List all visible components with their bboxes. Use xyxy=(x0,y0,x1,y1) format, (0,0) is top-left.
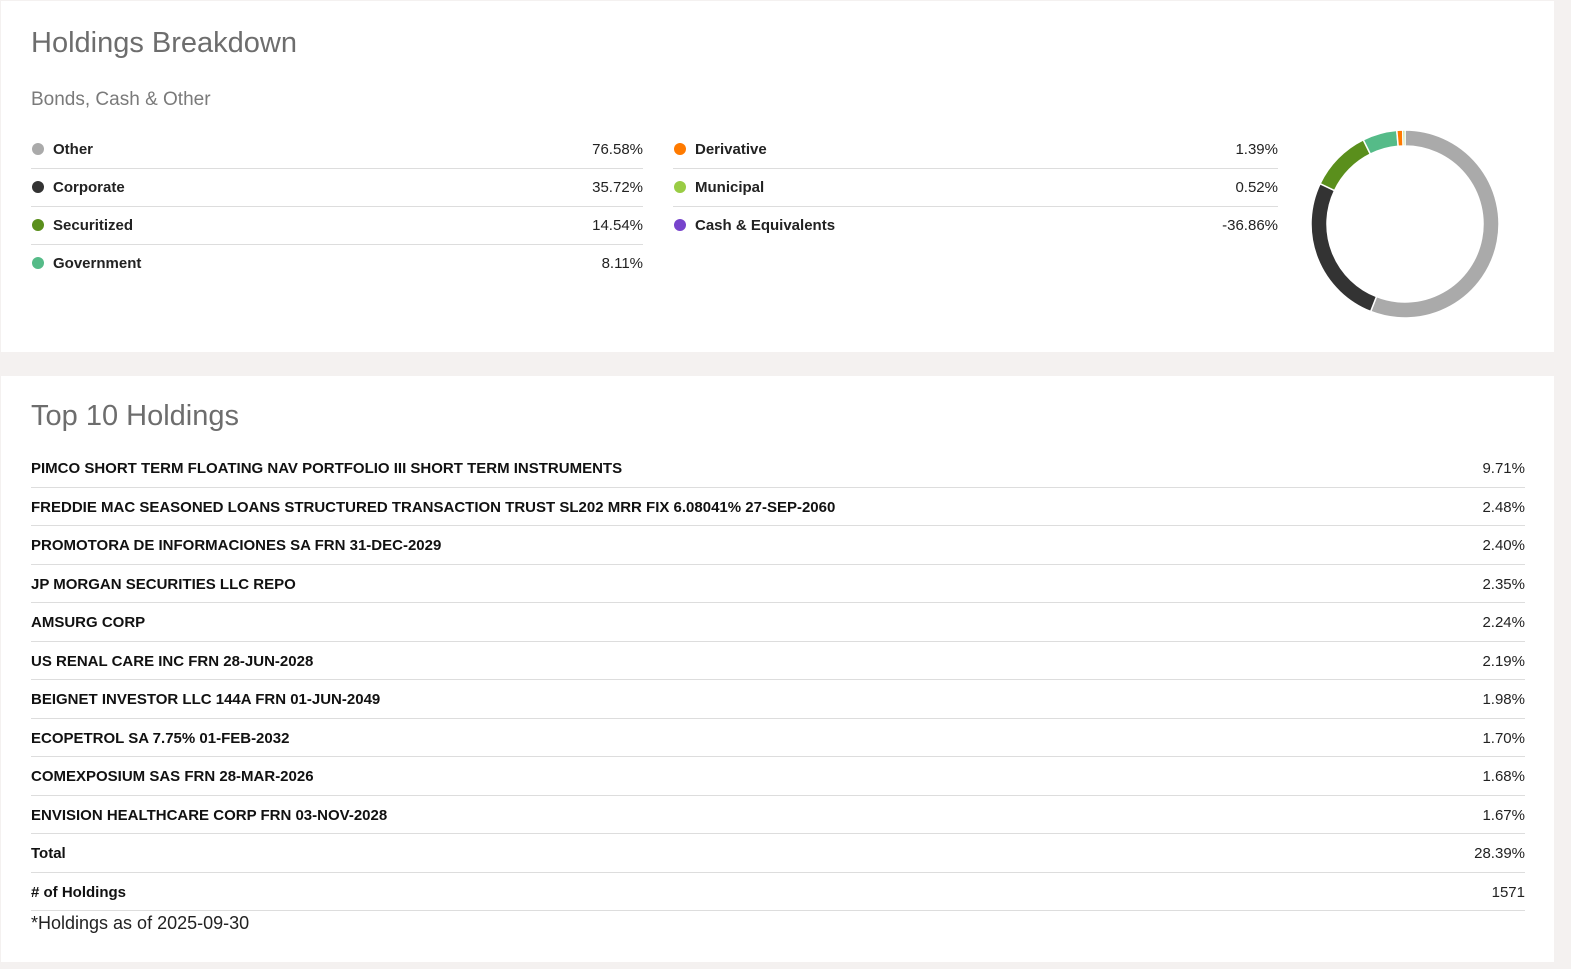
allocation-list-right: Derivative 1.39% Municipal 0.52% Cash & … xyxy=(673,131,1278,245)
allocation-row: Municipal 0.52% xyxy=(673,169,1278,207)
holding-name: JP MORGAN SECURITIES LLC REPO xyxy=(31,575,296,593)
allocation-value: 14.54% xyxy=(592,217,643,234)
donut-slice-government[interactable] xyxy=(1362,129,1399,156)
donut-slice-municipal[interactable] xyxy=(1401,129,1406,147)
allocation-label: Municipal xyxy=(695,179,765,196)
donut-slice-corporate[interactable] xyxy=(1310,182,1378,313)
holding-name: ENVISION HEALTHCARE CORP FRN 03-NOV-2028 xyxy=(31,806,388,824)
donut-slice-other[interactable] xyxy=(1369,129,1500,319)
holding-weight: 2.48% xyxy=(1482,498,1525,516)
legend-dot-icon xyxy=(32,181,44,193)
allocation-row: Securitized 14.54% xyxy=(31,207,643,245)
holding-weight: 1.68% xyxy=(1482,768,1525,785)
legend-dot-icon xyxy=(32,219,44,231)
allocation-list-left: Other 76.58% Corporate 35.72% Securitize… xyxy=(31,131,643,283)
holding-weight: 2.35% xyxy=(1482,575,1525,593)
holdings-count-label: # of Holdings xyxy=(31,883,126,901)
allocation-value: -36.86% xyxy=(1222,217,1278,234)
allocation-row: Government 8.11% xyxy=(31,245,643,283)
holding-name: AMSURG CORP xyxy=(31,614,146,631)
table-row: ENVISION HEALTHCARE CORP FRN 03-NOV-2028… xyxy=(31,796,1525,834)
holding-weight: 9.71% xyxy=(1482,460,1525,477)
table-row: PROMOTORA DE INFORMACIONES SA FRN 31-DEC… xyxy=(31,526,1525,565)
total-value: 28.39% xyxy=(1474,845,1525,862)
allocation-value: 1.39% xyxy=(1235,141,1278,158)
holdings-table: PIMCO SHORT TERM FLOATING NAV PORTFOLIO … xyxy=(31,449,1525,911)
donut-slice-securitized[interactable] xyxy=(1319,138,1372,192)
allocation-label: Cash & Equivalents xyxy=(695,217,836,234)
holding-name: PIMCO SHORT TERM FLOATING NAV PORTFOLIO … xyxy=(31,460,623,477)
allocation-donut-chart xyxy=(1310,129,1500,319)
holding-weight: 2.24% xyxy=(1482,614,1525,631)
holding-name: US RENAL CARE INC FRN 28-JUN-2028 xyxy=(31,652,314,670)
holding-name: FREDDIE MAC SEASONED LOANS STRUCTURED TR… xyxy=(31,498,836,516)
holdings-count-value: 1571 xyxy=(1491,883,1525,901)
holding-name: PROMOTORA DE INFORMACIONES SA FRN 31-DEC… xyxy=(31,537,442,554)
allocation-value: 0.52% xyxy=(1235,179,1278,196)
holdings-breakdown-title: Holdings Breakdown xyxy=(31,27,297,59)
allocation-value: 76.58% xyxy=(592,141,643,158)
allocation-row: Derivative 1.39% xyxy=(673,131,1278,169)
total-row: Total 28.39% xyxy=(31,834,1525,873)
holding-weight: 2.19% xyxy=(1482,652,1525,670)
holding-name: ECOPETROL SA 7.75% 01-FEB-2032 xyxy=(31,729,290,747)
top-holdings-title: Top 10 Holdings xyxy=(31,400,239,432)
legend-dot-icon xyxy=(32,143,44,155)
holding-weight: 2.40% xyxy=(1482,537,1525,554)
table-row: US RENAL CARE INC FRN 28-JUN-2028 2.19% xyxy=(31,642,1525,680)
table-row: AMSURG CORP 2.24% xyxy=(31,603,1525,642)
table-row: COMEXPOSIUM SAS FRN 28-MAR-2026 1.68% xyxy=(31,757,1525,796)
holdings-as-of-footnote: *Holdings as of 2025-09-30 xyxy=(31,913,250,933)
holdings-breakdown-card: Holdings Breakdown Bonds, Cash & Other O… xyxy=(1,1,1554,352)
allocation-label: Corporate xyxy=(53,179,125,196)
table-row: PIMCO SHORT TERM FLOATING NAV PORTFOLIO … xyxy=(31,449,1525,488)
table-row: ECOPETROL SA 7.75% 01-FEB-2032 1.70% xyxy=(31,719,1525,757)
legend-dot-icon xyxy=(32,257,44,269)
holdings-count-row: # of Holdings 1571 xyxy=(31,873,1525,911)
top-holdings-card: Top 10 Holdings PIMCO SHORT TERM FLOATIN… xyxy=(1,376,1554,962)
allocation-value: 35.72% xyxy=(592,179,643,196)
legend-dot-icon xyxy=(674,181,686,193)
holding-weight: 1.67% xyxy=(1482,806,1525,824)
allocation-row: Cash & Equivalents -36.86% xyxy=(673,207,1278,245)
holding-name: BEIGNET INVESTOR LLC 144A FRN 01-JUN-204… xyxy=(31,691,381,708)
allocation-row: Corporate 35.72% xyxy=(31,169,643,207)
allocation-value: 8.11% xyxy=(601,255,643,272)
table-row: FREDDIE MAC SEASONED LOANS STRUCTURED TR… xyxy=(31,488,1525,526)
allocation-label: Other xyxy=(53,141,94,158)
allocation-label: Securitized xyxy=(53,217,134,234)
holding-weight: 1.98% xyxy=(1482,691,1525,708)
table-row: BEIGNET INVESTOR LLC 144A FRN 01-JUN-204… xyxy=(31,680,1525,719)
holding-name: COMEXPOSIUM SAS FRN 28-MAR-2026 xyxy=(31,768,314,785)
allocation-label: Derivative xyxy=(695,141,767,158)
total-label: Total xyxy=(31,845,66,862)
table-row: JP MORGAN SECURITIES LLC REPO 2.35% xyxy=(31,565,1525,603)
asset-class-subtitle: Bonds, Cash & Other xyxy=(31,89,211,110)
allocation-row: Other 76.58% xyxy=(31,131,643,169)
holding-weight: 1.70% xyxy=(1482,729,1525,747)
allocation-label: Government xyxy=(53,255,142,272)
legend-dot-icon xyxy=(674,219,686,231)
legend-dot-icon xyxy=(674,143,686,155)
